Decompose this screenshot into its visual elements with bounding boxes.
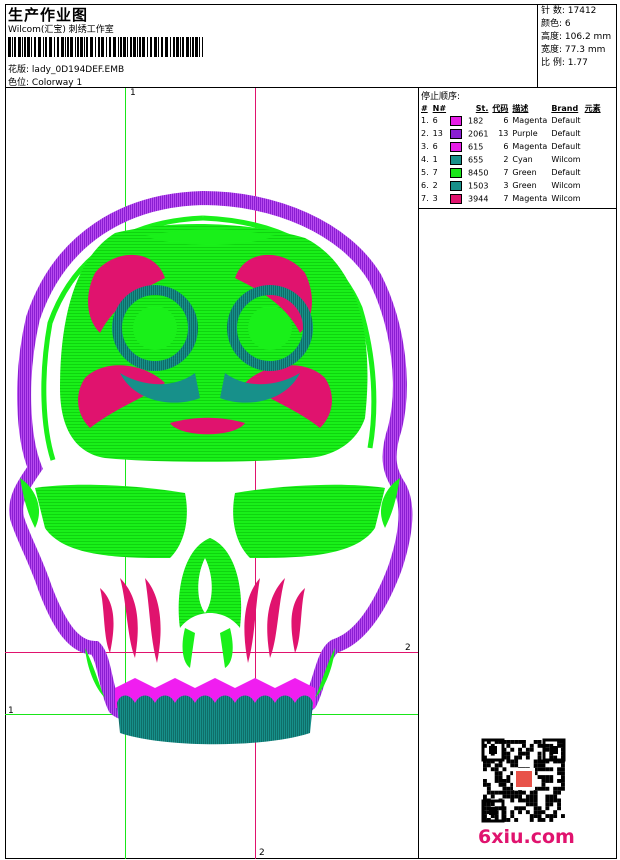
stop-sequence-table: # N# St. 代码 描述 Brand 元素 1. 6 182 6 Magenta De… (419, 102, 603, 205)
cell-code: 2 (503, 155, 509, 164)
cell-desc: Green (512, 181, 537, 190)
cell-idx: 4. (421, 155, 429, 164)
color-swatch (450, 193, 463, 204)
color-swatch (450, 128, 463, 139)
qr-code (481, 738, 566, 823)
cell-desc: Green (512, 168, 537, 177)
cell-st: 615 (468, 142, 484, 151)
watermark-logo: 6xiu.com (478, 826, 575, 848)
cell-desc: Magenta (512, 116, 548, 125)
color-swatch (450, 154, 463, 165)
stat-row: 比 例: 1.77 (541, 58, 588, 68)
stat-row: 颜色: 6 (541, 19, 571, 29)
cell-desc: Purple (512, 129, 538, 138)
stop-sequence-title: 停止顺序: (421, 92, 461, 102)
cell-st: 1503 (468, 181, 489, 190)
stat-row: 高度: 106.2 mm (541, 32, 612, 42)
divider (537, 4, 538, 88)
table-row: 4. 1 655 2 Cyan Wilcom (419, 153, 603, 166)
cell-n: 6 (432, 116, 438, 125)
cell-idx: 7. (421, 194, 429, 203)
stat-row: 针 数: 17412 (541, 6, 597, 16)
cell-code: 7 (503, 168, 509, 177)
cell-code: 13 (498, 129, 509, 138)
cell-idx: 6. (421, 181, 429, 190)
cell-brand: Default (551, 129, 581, 138)
cell-n: 3 (432, 194, 438, 203)
table-row: 2. 13 2061 13 Purple Default (419, 127, 603, 140)
table-row: 3. 6 615 6 Magenta Default (419, 140, 603, 153)
barcode (8, 37, 203, 57)
cell-brand: Default (551, 116, 581, 125)
color-swatch (450, 180, 463, 191)
cell-n: 6 (432, 142, 438, 151)
cell-n: 13 (432, 129, 443, 138)
cell-brand: Wilcom (551, 194, 581, 203)
cell-n: 1 (432, 155, 438, 164)
color-swatch (450, 141, 463, 152)
cell-brand: Wilcom (551, 155, 581, 164)
cell-code: 3 (503, 181, 509, 190)
design-stats: 针 数: 17412 颜色: 6 高度: 106.2 mm 宽度: 77.3 m… (541, 5, 611, 70)
table-header: # N# St. 代码 描述 Brand 元素 (421, 103, 601, 113)
cell-code: 7 (503, 194, 509, 203)
cell-brand: Default (551, 168, 581, 177)
cell-brand: Default (551, 142, 581, 151)
cell-st: 655 (468, 155, 484, 164)
cell-brand: Wilcom (551, 181, 581, 190)
cell-desc: Cyan (512, 155, 533, 164)
color-swatch (450, 115, 463, 126)
company-name: Wilcom(汇宝) 刺绣工作室 (8, 25, 114, 35)
cell-n: 7 (432, 168, 438, 177)
table-row: 6. 2 1503 3 Green Wilcom (419, 179, 603, 192)
cell-st: 3944 (468, 194, 489, 203)
cell-code: 6 (503, 142, 509, 151)
cell-st: 2061 (468, 129, 489, 138)
cell-idx: 1. (421, 116, 429, 125)
design-label: 花版: (8, 65, 30, 75)
cell-desc: Magenta (512, 142, 548, 151)
cell-desc: Magenta (512, 194, 548, 203)
cell-st: 8450 (468, 168, 489, 177)
cell-idx: 5. (421, 168, 429, 177)
cell-code: 6 (503, 116, 509, 125)
color-swatch (450, 167, 463, 178)
cell-n: 2 (432, 181, 438, 190)
cell-idx: 2. (421, 129, 429, 138)
cell-st: 182 (468, 116, 484, 125)
stat-row: 宽度: 77.3 mm (541, 45, 606, 55)
design-row: 花版: lady_0D194DEF.EMB (8, 62, 124, 75)
design-value: lady_0D194DEF.EMB (31, 65, 125, 75)
table-row: 1. 6 182 6 Magenta Default (419, 114, 603, 127)
logo-icon (516, 771, 532, 787)
skull-embroidery-design (9, 190, 413, 745)
table-row: 5. 7 8450 7 Green Default (419, 166, 603, 179)
cell-idx: 3. (421, 142, 429, 151)
divider (418, 208, 617, 209)
table-row: 7. 3 3944 7 Magenta Wilcom (419, 192, 603, 205)
